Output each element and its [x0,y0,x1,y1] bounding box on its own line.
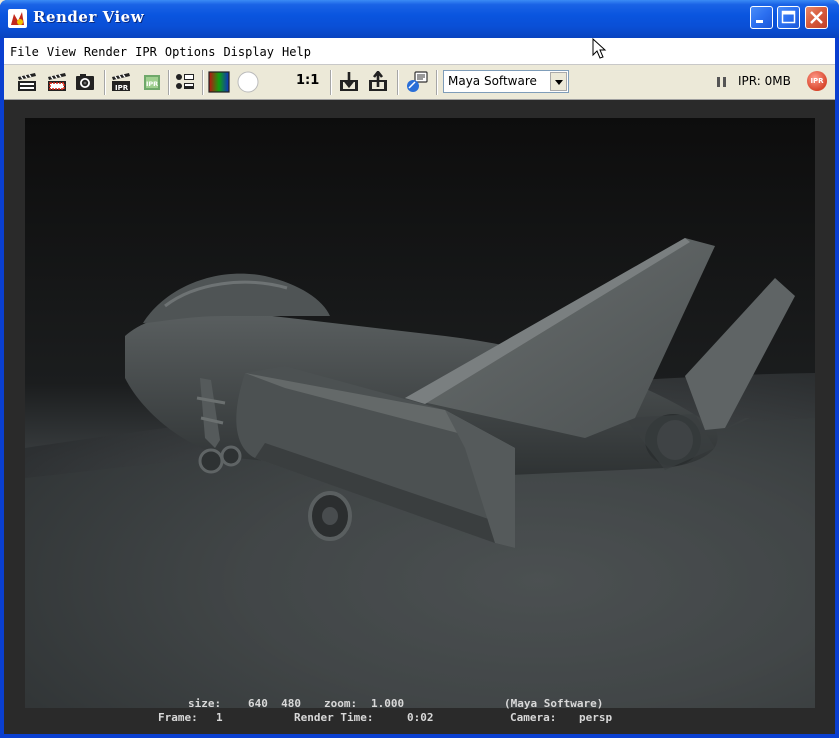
renderer-dropdown[interactable]: Maya Software [443,70,569,93]
rendered-image [25,118,815,708]
render-viewport[interactable]: size: 640 480 zoom: 1.000 (Maya Software… [4,100,835,734]
minimize-button[interactable] [750,6,773,29]
render-time-label: Render Time: [294,711,374,724]
ipr-refresh-icon[interactable]: IPR [141,71,163,93]
size-value: 640 480 [248,697,301,710]
menu-render[interactable]: Render [80,38,131,66]
render-diagnostics-icon[interactable] [406,71,428,93]
svg-text:IPR: IPR [146,80,158,88]
menu-view[interactable]: View [43,38,80,66]
pause-ipr-icon[interactable] [717,77,726,87]
remove-image-icon[interactable] [367,71,389,93]
render-view-window: Render View File View Render IPR Options Disp… [0,0,839,738]
size-label: size: [188,697,222,710]
menu-help[interactable]: Help [278,38,315,66]
minimize-icon [756,20,763,23]
window-client: File View Render IPR Options Display Help IPR [4,38,835,734]
camera-value: persp [579,711,613,724]
maximize-icon [781,10,796,24]
title-bar[interactable]: Render View [0,0,839,38]
mouse-cursor-icon [592,38,607,59]
ipr-badge-icon[interactable]: IPR [807,71,827,91]
jet-render-image [25,118,815,708]
maya-render-view-icon [8,9,27,28]
window-title: Render View [33,8,145,26]
redo-previous-render-icon[interactable] [16,71,38,93]
close-button[interactable] [805,6,828,29]
frame-value: 1 [216,711,223,724]
renderer-selected-value: Maya Software [448,74,537,88]
alpha-channel-icon[interactable] [237,71,259,93]
render-settings-icon[interactable] [174,71,196,93]
redo-ipr-icon[interactable]: IPR [110,71,132,93]
maximize-button[interactable] [777,6,800,29]
render-time-value: 0:02 [407,711,434,724]
real-size-button[interactable]: 1:1 [296,73,319,88]
keep-image-icon[interactable] [338,71,360,93]
frame-label: Frame: [158,711,198,724]
menu-bar: File View Render IPR Options Display Help [4,38,835,65]
close-icon [810,11,823,24]
snapshot-icon[interactable] [74,71,96,93]
render-region-icon[interactable] [46,71,68,93]
menu-options[interactable]: Options [161,38,220,66]
svg-text:IPR: IPR [115,84,129,92]
renderer-info: (Maya Software) [504,697,604,710]
menu-ipr[interactable]: IPR [131,38,161,66]
toolbar: IPR IPR 1:1 Maya Software IPR: 0MB IPR [4,65,835,100]
zoom-label: zoom: [324,697,358,710]
camera-label: Camera: [510,711,557,724]
chevron-down-icon[interactable] [550,72,567,91]
ipr-memory-status: IPR: 0MB [738,74,791,88]
menu-display[interactable]: Display [219,38,278,66]
zoom-value: 1.000 [371,697,405,710]
rgb-channels-icon[interactable] [208,71,230,93]
menu-file[interactable]: File [4,38,43,66]
